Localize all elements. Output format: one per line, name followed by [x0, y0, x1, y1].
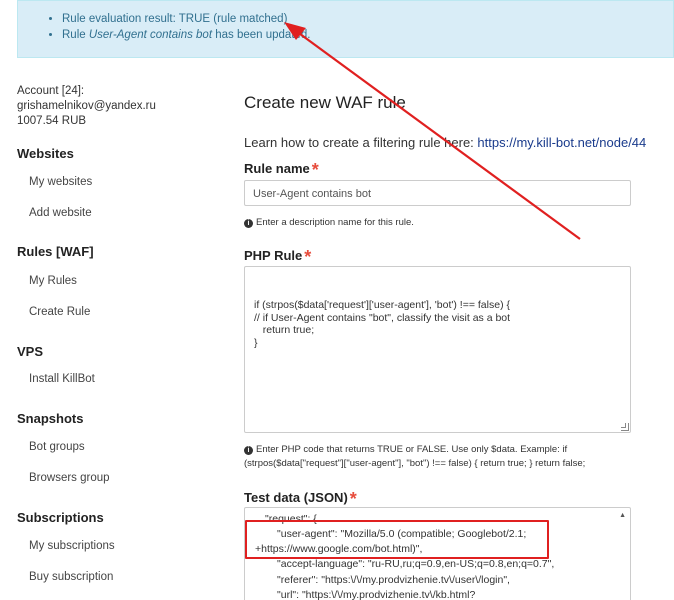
sidebar-heading-subscriptions: Subscriptions — [17, 510, 104, 525]
json-line: "url": "https:\/\/my.prodvizhenie.tv\/kb… — [277, 589, 476, 600]
account-id: Account [24]: — [17, 85, 85, 97]
resize-handle-icon[interactable] — [621, 423, 629, 431]
rule-name-input[interactable]: User-Agent contains bot — [244, 180, 631, 206]
learn-link[interactable]: https://my.kill-bot.net/node/44 — [477, 135, 646, 150]
alert-result-message: Rule evaluation result: TRUE (rule match… — [62, 11, 673, 27]
info-icon: i — [244, 219, 253, 228]
php-rule-help: i Enter PHP code that returns TRUE or FAL… — [244, 444, 586, 469]
info-icon: i — [244, 446, 253, 455]
json-line: "accept-language": "ru-RU,ru;q=0.9,en-US… — [277, 558, 555, 570]
php-rule-textarea[interactable]: if (strpos($data['request']['user-agent'… — [244, 266, 631, 433]
sidebar-heading-vps: VPS — [17, 344, 44, 359]
sidebar-item-my-websites[interactable]: My websites — [29, 176, 92, 188]
sidebar-heading-rules: Rules [WAF] — [17, 244, 94, 259]
annotation-highlight-box — [245, 520, 549, 559]
scroll-up-arrow-icon[interactable]: ▲ — [619, 512, 626, 519]
alert-updated-message: Rule User-Agent contains bot has been up… — [62, 27, 673, 43]
rule-name-help: i Enter a description name for this rule. — [244, 216, 664, 230]
required-asterisk: * — [304, 247, 312, 267]
php-rule-label: PHP Rule * — [244, 247, 312, 267]
account-balance: 1007.54 RUB — [17, 115, 87, 127]
sidebar-item-browsers-group[interactable]: Browsers group — [29, 472, 110, 484]
account-info: Account [24]: grishamelnikov@yandex.ru 1… — [17, 84, 217, 129]
test-data-label: Test data (JSON) * — [244, 489, 357, 509]
php-code-text: if (strpos($data['request']['user-agent'… — [254, 299, 511, 349]
sidebar-item-create-rule[interactable]: Create Rule — [29, 306, 90, 318]
sidebar-heading-snapshots: Snapshots — [17, 411, 84, 426]
required-asterisk: * — [311, 160, 319, 180]
sidebar-item-add-website[interactable]: Add website — [29, 207, 92, 219]
sidebar-heading-websites: Websites — [17, 146, 74, 161]
sidebar-item-buy-subscription[interactable]: Buy subscription — [29, 571, 113, 583]
sidebar: Account [24]: grishamelnikov@yandex.ru 1… — [17, 84, 217, 583]
json-line: "referer": "https:\/\/my.prodvizhenie.tv… — [277, 574, 510, 586]
sidebar-item-install-killbot[interactable]: Install KillBot — [29, 373, 95, 385]
alert-success-box: Rule evaluation result: TRUE (rule match… — [17, 0, 674, 58]
sidebar-item-my-rules[interactable]: My Rules — [29, 275, 77, 287]
required-asterisk: * — [349, 489, 357, 509]
sidebar-item-bot-groups[interactable]: Bot groups — [29, 441, 85, 453]
page-title: Create new WAF rule — [244, 93, 406, 112]
rule-name-label: Rule name * — [244, 160, 319, 180]
learn-text: Learn how to create a filtering rule her… — [244, 135, 647, 150]
account-email: grishamelnikov@yandex.ru — [17, 100, 156, 112]
sidebar-item-my-subscriptions[interactable]: My subscriptions — [29, 540, 115, 552]
